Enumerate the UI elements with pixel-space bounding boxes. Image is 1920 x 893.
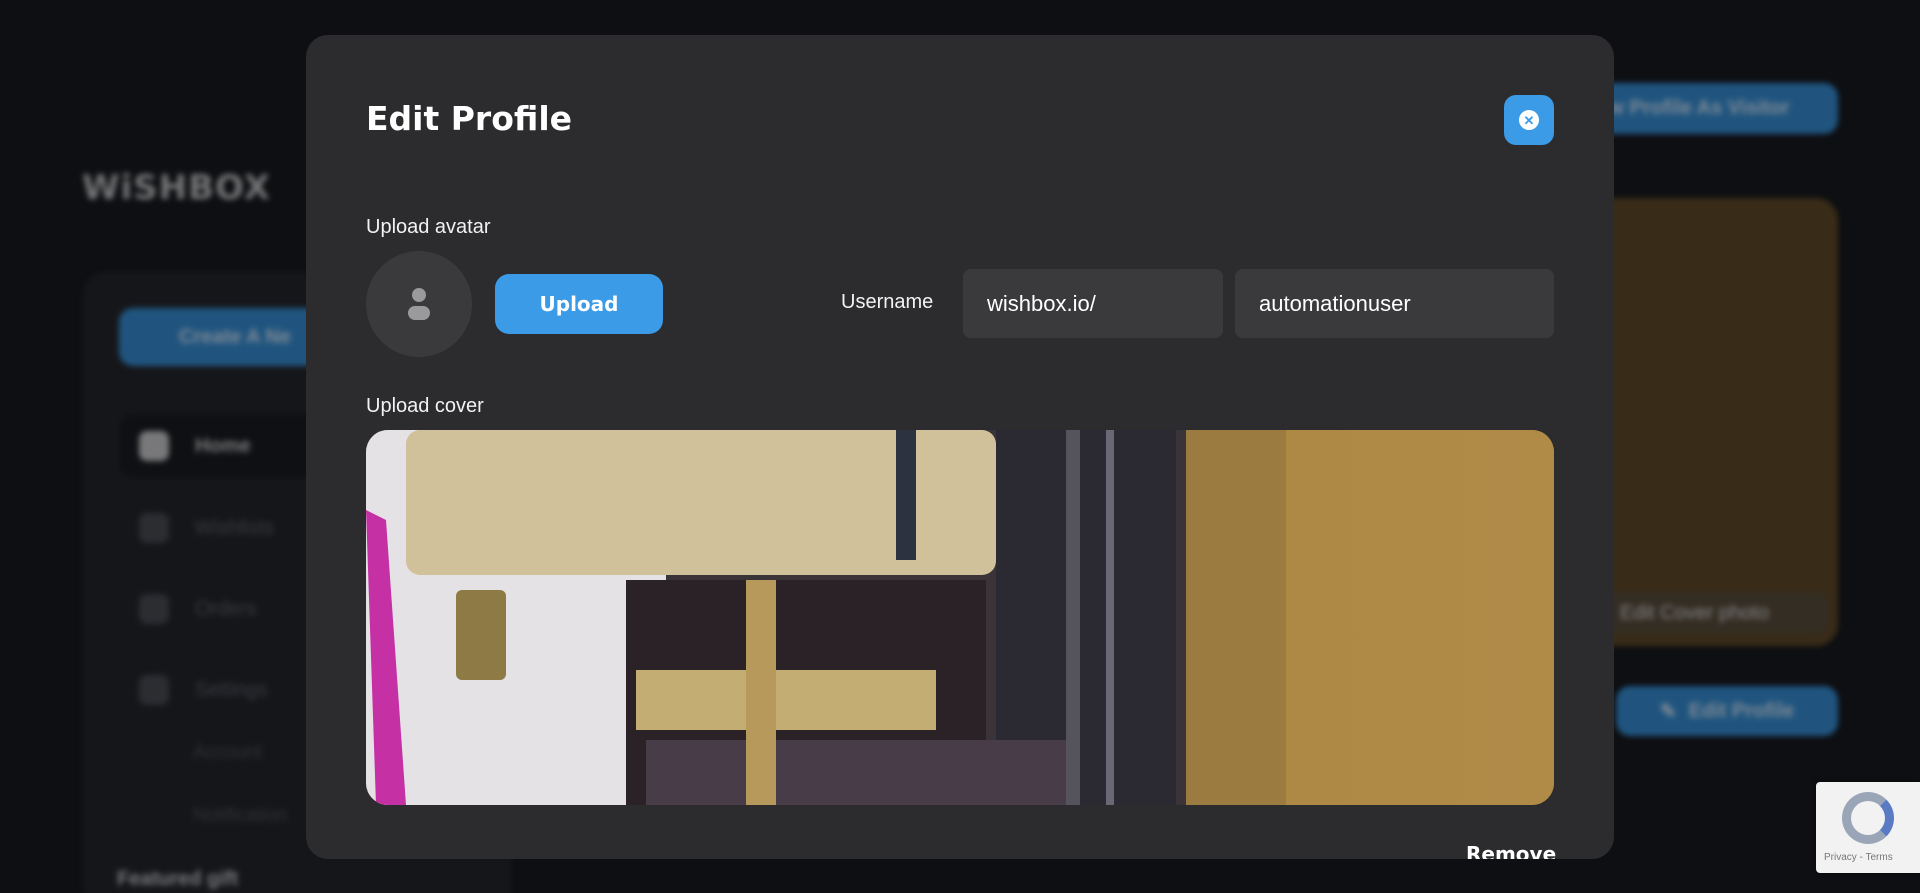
sidebar-item-label: Orders	[195, 597, 257, 620]
recaptcha-terms: Privacy - Terms	[1824, 852, 1893, 863]
upload-avatar-button[interactable]: Upload	[495, 274, 663, 334]
modal-title: Edit Profile	[366, 99, 573, 138]
sidebar-item-label: Settings	[195, 678, 268, 701]
sidebar-subitem-account[interactable]: Account	[193, 742, 262, 764]
edit-profile-label: Edit Profile	[1688, 699, 1795, 722]
user-icon	[408, 288, 430, 320]
remove-cover-button[interactable]: Remove	[1466, 842, 1556, 859]
gift-icon	[139, 513, 169, 543]
cover-image-preview[interactable]	[366, 430, 1554, 805]
clipboard-icon	[139, 431, 169, 461]
avatar-placeholder[interactable]	[366, 251, 472, 357]
featured-gift-heading: Featured gift	[117, 868, 239, 890]
upload-avatar-label: Upload avatar	[366, 216, 491, 238]
username-input[interactable]: automationuser	[1235, 269, 1554, 338]
close-icon: ✕	[1519, 110, 1539, 130]
pencil-icon: ✎	[1659, 700, 1677, 723]
edit-profile-button[interactable]: ✎ Edit Profile	[1616, 686, 1838, 736]
sidebar-item-label: Home	[195, 434, 251, 457]
recaptcha-icon	[1842, 792, 1894, 844]
edit-profile-modal: Edit Profile ✕ Upload avatar Upload User…	[306, 35, 1614, 859]
upload-cover-label: Upload cover	[366, 395, 484, 417]
edit-cover-label: Edit Cover photo	[1620, 601, 1769, 624]
box-icon	[139, 594, 169, 624]
sidebar-item-label: Wishlists	[195, 516, 274, 539]
cover-photo	[366, 430, 1554, 805]
username-prefix-field: wishbox.io/	[963, 269, 1223, 338]
gear-icon	[139, 675, 169, 705]
recaptcha-badge[interactable]: Privacy - Terms	[1816, 782, 1920, 873]
close-modal-button[interactable]: ✕	[1504, 95, 1554, 145]
wishbox-logo: WiSHBOX	[82, 168, 271, 208]
username-label: Username	[841, 291, 934, 313]
sidebar-subitem-notification[interactable]: Notification	[193, 805, 287, 827]
